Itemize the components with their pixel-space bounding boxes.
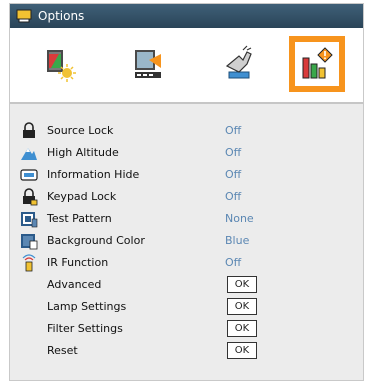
- menu-item-value[interactable]: Off: [225, 124, 241, 137]
- menu-item-label: Lamp Settings: [47, 300, 127, 313]
- menu-item-label: High Altitude: [47, 146, 119, 159]
- menu-item-lamp-settings[interactable]: Lamp Settings OK: [10, 296, 363, 318]
- menu-item-label: Background Color: [47, 234, 145, 247]
- projector-screen-icon: [135, 50, 161, 78]
- reset-ok-button[interactable]: OK: [227, 342, 257, 359]
- tab-bar: [10, 28, 363, 104]
- menu-item-value[interactable]: None: [225, 212, 254, 225]
- lamp-settings-ok-button[interactable]: OK: [227, 298, 257, 315]
- menu-item-label: Reset: [47, 344, 78, 357]
- options-window: Options Source Lock Off High Altitude Of…: [10, 4, 363, 380]
- menu-item-reset[interactable]: Reset OK: [10, 340, 363, 362]
- menu-item-ir-function[interactable]: IR Function Off: [10, 252, 363, 274]
- menu-item-value[interactable]: Off: [225, 190, 241, 203]
- menu-item-label: Filter Settings: [47, 322, 123, 335]
- hand-setup-icon: [225, 45, 252, 79]
- menu-item-label: Test Pattern: [47, 212, 112, 225]
- menu-item-source-lock[interactable]: Source Lock Off: [10, 120, 363, 142]
- tab-projector-screen[interactable]: [127, 42, 171, 86]
- menu-item-keypad-lock[interactable]: Keypad Lock Off: [10, 186, 363, 208]
- menu-item-label: Keypad Lock: [47, 190, 117, 203]
- keypad-lock-icon: [20, 188, 38, 206]
- display-settings-icon: [47, 50, 76, 82]
- ir-function-icon: [20, 254, 38, 272]
- test-pattern-icon: [20, 210, 38, 228]
- menu-item-label: Source Lock: [47, 124, 114, 137]
- menu-item-advanced[interactable]: Advanced OK: [10, 274, 363, 296]
- lock-icon: [20, 122, 38, 140]
- menu-item-label: Advanced: [47, 278, 102, 291]
- menu-item-value[interactable]: Off: [225, 168, 241, 181]
- title-bar: Options: [10, 4, 363, 28]
- mountain-icon: [20, 144, 38, 162]
- background-color-icon: [20, 232, 38, 250]
- window-title: Options: [38, 9, 85, 23]
- menu-item-filter-settings[interactable]: Filter Settings OK: [10, 318, 363, 340]
- menu-item-value[interactable]: Blue: [225, 234, 249, 247]
- options-chart-icon: [302, 47, 333, 79]
- menu-item-high-altitude[interactable]: High Altitude Off: [10, 142, 363, 164]
- info-hide-icon: [20, 166, 38, 184]
- advanced-ok-button[interactable]: OK: [227, 276, 257, 293]
- menu-item-value[interactable]: Off: [225, 146, 241, 159]
- menu-item-background-color[interactable]: Background Color Blue: [10, 230, 363, 252]
- tab-options[interactable]: [295, 42, 339, 86]
- tab-display-settings[interactable]: [37, 42, 81, 86]
- menu-item-label: IR Function: [47, 256, 109, 269]
- tab-setup[interactable]: [217, 42, 261, 86]
- menu-item-information-hide[interactable]: Information Hide Off: [10, 164, 363, 186]
- menu-item-value[interactable]: Off: [225, 256, 241, 269]
- menu-item-label: Information Hide: [47, 168, 140, 181]
- options-app-icon: [16, 8, 32, 24]
- filter-settings-ok-button[interactable]: OK: [227, 320, 257, 337]
- menu-item-test-pattern[interactable]: Test Pattern None: [10, 208, 363, 230]
